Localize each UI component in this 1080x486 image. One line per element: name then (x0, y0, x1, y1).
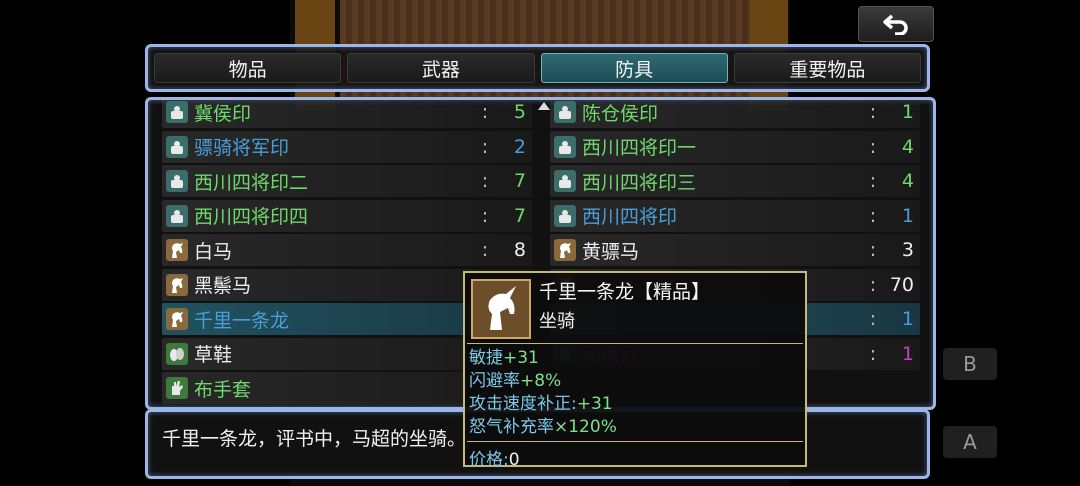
inventory-row[interactable]: 西川四将印三: 4 (550, 165, 920, 197)
qty-separator: : (869, 273, 877, 296)
inventory-row[interactable]: 黄骠马: 3 (550, 234, 920, 266)
back-button[interactable] (858, 6, 934, 42)
item-name: 千里一条龙 (194, 309, 290, 332)
item-name: 冀侯印 (194, 102, 252, 125)
item-name: 草鞋 (194, 344, 233, 366)
item-quantity: 1 (901, 308, 914, 330)
item-quantity: 3 (901, 239, 914, 261)
inventory-row[interactable]: 西川四将印二: 7 (162, 165, 532, 197)
unicorn-icon (471, 279, 531, 339)
item-quantity: 70 (889, 273, 914, 296)
item-name: 布手套 (194, 378, 252, 401)
seal-icon (166, 135, 188, 158)
inventory-row[interactable]: 西川四将印四: 7 (162, 199, 532, 232)
seal-icon (554, 170, 576, 192)
inventory-row[interactable]: 西川四将印: 1 (550, 199, 920, 232)
scroll-up-icon[interactable] (538, 102, 550, 110)
item-name: 白马 (194, 240, 233, 263)
item-name: 陈仓侯印 (582, 102, 659, 125)
a-button[interactable]: A (943, 426, 997, 458)
seal-icon (554, 204, 576, 227)
horse-icon (166, 273, 188, 296)
tooltip-stats: 敏捷+31 闪避率+8% 攻击速度补正:+31 怒气补充率×120% (469, 347, 617, 439)
item-quantity: 1 (901, 342, 914, 365)
qty-separator: : (869, 342, 877, 365)
item-name: 骠骑将军印 (194, 137, 290, 159)
shoe-icon (166, 342, 188, 365)
item-name: 西川四将印三 (582, 171, 697, 194)
tooltip-price: 价格:0 (469, 450, 520, 470)
item-quantity: 7 (513, 170, 526, 192)
qty-separator: : (869, 135, 877, 158)
horse-icon (554, 239, 576, 261)
category-tabs: 物品 武器 防具 重要物品 (145, 44, 930, 92)
item-tooltip: 千里一条龙【精品】 坐骑 敏捷+31 闪避率+8% 攻击速度补正:+31 怒气补… (463, 271, 807, 470)
tab-weapons[interactable]: 武器 (347, 53, 535, 83)
item-name: 黄骠马 (582, 240, 640, 263)
item-quantity: 2 (513, 135, 526, 158)
qty-separator: : (481, 135, 489, 158)
b-button[interactable]: B (943, 348, 997, 380)
tab-armor[interactable]: 防具 (540, 53, 728, 83)
qty-separator: : (869, 239, 877, 261)
qty-separator: : (481, 204, 489, 227)
qty-separator: : (481, 101, 489, 123)
item-quantity: 1 (901, 204, 914, 227)
item-quantity: 1 (901, 101, 914, 123)
item-name: 西川四将印二 (194, 171, 309, 194)
tab-items[interactable]: 物品 (154, 53, 342, 83)
seal-icon (166, 170, 188, 192)
qty-separator: : (869, 101, 877, 123)
tooltip-type: 坐骑 (539, 311, 575, 332)
item-quantity: 5 (513, 101, 526, 123)
item-name: 西川四将印一 (582, 137, 697, 159)
seal-icon (554, 101, 576, 123)
qty-separator: : (869, 308, 877, 330)
item-name: 西川四将印 (582, 206, 678, 228)
horse-icon (166, 308, 188, 330)
item-quantity: 4 (901, 170, 914, 192)
stat-attack-speed: 攻击速度补正:+31 (469, 394, 613, 414)
inventory-row[interactable]: 白马: 8 (162, 234, 532, 266)
glove-icon (166, 377, 188, 399)
horse-icon (166, 239, 188, 261)
qty-separator: : (869, 204, 877, 227)
tooltip-title: 千里一条龙【精品】 (539, 281, 711, 303)
inventory-row[interactable]: 陈仓侯印: 1 (550, 100, 920, 128)
stat-evasion: 闪避率+8% (469, 371, 562, 391)
tab-key-items[interactable]: 重要物品 (733, 53, 921, 83)
inventory-row[interactable]: 骠骑将军印: 2 (162, 130, 532, 163)
seal-icon (166, 204, 188, 227)
seal-icon (166, 101, 188, 123)
back-arrow-icon (883, 14, 908, 35)
stat-agility: 敏捷+31 (469, 348, 539, 368)
item-name: 西川四将印四 (194, 206, 309, 228)
item-quantity: 7 (513, 204, 526, 227)
qty-separator: : (481, 239, 489, 261)
item-quantity: 4 (901, 135, 914, 158)
inventory-row[interactable]: 西川四将印一: 4 (550, 130, 920, 163)
seal-icon (554, 135, 576, 158)
description-text: 千里一条龙，评书中，马超的坐骑。 (162, 428, 467, 450)
qty-separator: : (481, 170, 489, 192)
item-quantity: 8 (513, 239, 526, 261)
qty-separator: : (869, 170, 877, 192)
item-name: 黑鬃马 (194, 275, 252, 297)
inventory-row[interactable]: 冀侯印: 5 (162, 100, 532, 128)
stat-rage-recovery: 怒气补充率×120% (469, 417, 617, 437)
